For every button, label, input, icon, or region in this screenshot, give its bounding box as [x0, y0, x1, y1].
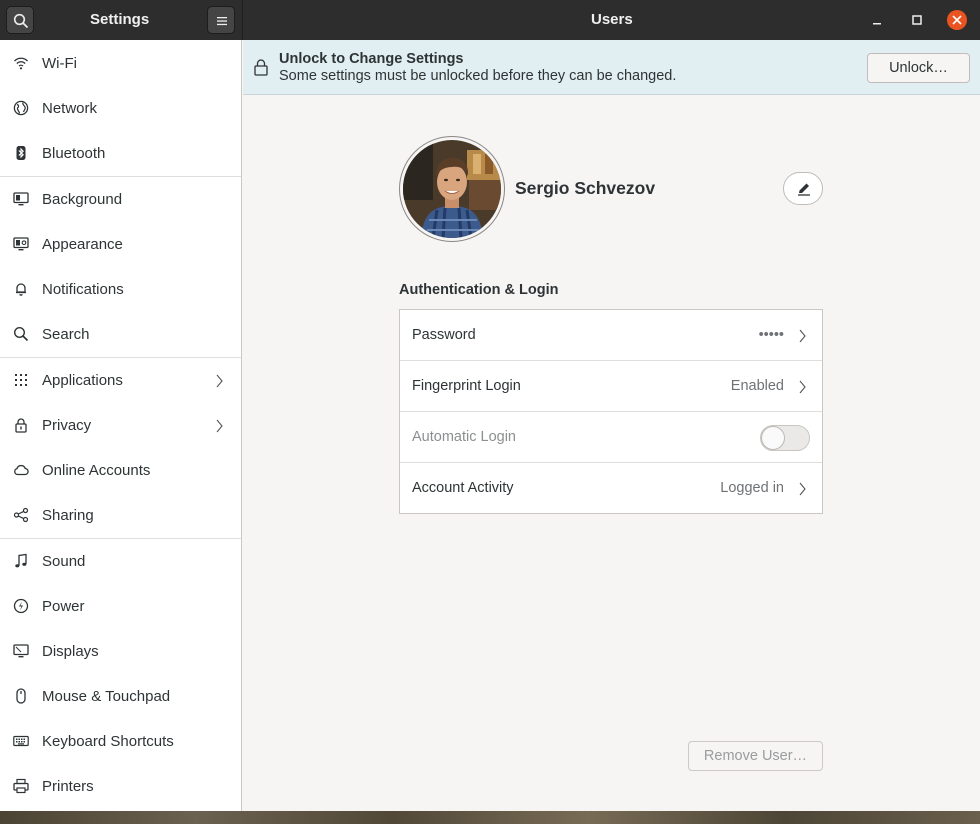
sidebar: Wi-Fi Network Bluetooth Background Appea… [0, 40, 242, 811]
sidebar-item-label: Mouse & Touchpad [42, 688, 171, 705]
header-bar: Settings Users [0, 0, 980, 40]
sidebar-item-keyboard-shortcuts[interactable]: Keyboard Shortcuts [0, 719, 241, 764]
row-value: Enabled [730, 378, 784, 394]
user-name: Sergio Schvezov [515, 178, 656, 198]
power-icon [13, 598, 29, 614]
settings-window: Settings Users Wi-Fi Network Bluetooth B… [0, 0, 980, 811]
sidebar-item-label: Notifications [42, 281, 124, 298]
sidebar-item-label: Appearance [42, 236, 123, 253]
sidebar-item-background[interactable]: Background [0, 177, 241, 222]
sidebar-title: Settings [90, 11, 150, 28]
infobar-title: Unlock to Change Settings [279, 51, 464, 67]
close-button[interactable] [947, 10, 967, 30]
monitor-icon [13, 192, 29, 206]
sidebar-item-sharing[interactable]: Sharing [0, 493, 241, 538]
display-icon [13, 644, 29, 658]
unlock-button[interactable]: Unlock… [867, 53, 970, 83]
avatar-photo [403, 140, 501, 238]
search-icon [13, 326, 29, 342]
sidebar-item-label: Power [42, 598, 85, 615]
sidebar-item-label: Wi-Fi [42, 55, 77, 72]
remove-user-button[interactable]: Remove User… [688, 741, 823, 771]
sidebar-item-printers[interactable]: Printers [0, 764, 241, 809]
sidebar-item-label: Online Accounts [42, 462, 151, 479]
hamburger-menu-icon [217, 17, 227, 26]
chevron-right-icon [799, 329, 806, 343]
fingerprint-login-row[interactable]: Fingerprint Login Enabled [400, 361, 822, 412]
sidebar-item-applications[interactable]: Applications [0, 358, 241, 403]
minimize-icon[interactable] [867, 10, 887, 30]
automatic-login-toggle[interactable] [760, 425, 810, 451]
edit-name-button[interactable] [783, 172, 823, 205]
appearance-icon [13, 237, 29, 251]
unlock-infobar: Unlock to Change Settings Some settings … [243, 40, 980, 95]
sidebar-item-label: Network [42, 100, 98, 117]
mouse-icon [16, 688, 26, 704]
chevron-right-icon [216, 419, 223, 433]
close-icon [952, 15, 962, 25]
sidebar-item-label: Privacy [42, 417, 92, 434]
account-activity-row[interactable]: Account Activity Logged in [400, 463, 822, 514]
sidebar-item-online-accounts[interactable]: Online Accounts [0, 448, 241, 493]
lock-icon [15, 418, 27, 433]
sidebar-item-label: Keyboard Shortcuts [42, 733, 174, 750]
sidebar-item-label: Sharing [42, 507, 94, 524]
keyboard-icon [13, 735, 29, 747]
menu-button[interactable] [207, 6, 235, 34]
sidebar-item-label: Bluetooth [42, 145, 106, 162]
row-label: Automatic Login [412, 429, 516, 445]
password-row[interactable]: Password ••••• [400, 310, 822, 361]
bluetooth-icon [16, 146, 26, 160]
sidebar-item-label: Displays [42, 643, 99, 660]
sidebar-item-label: Background [42, 191, 123, 208]
row-label: Account Activity [412, 480, 514, 496]
pencil-icon [798, 183, 810, 196]
user-avatar[interactable] [399, 136, 505, 242]
infobar-subtitle: Some settings must be unlocked before th… [279, 68, 677, 84]
music-note-icon [15, 553, 27, 568]
sidebar-item-sound[interactable]: Sound [0, 539, 241, 584]
grid-icon [15, 374, 27, 386]
sidebar-item-label: Sound [42, 553, 86, 570]
row-value: Logged in [720, 480, 784, 496]
auth-section-title: Authentication & Login [399, 282, 559, 298]
window-title: Users [591, 11, 633, 28]
row-value: ••••• [758, 327, 784, 343]
sidebar-item-network[interactable]: Network [0, 86, 241, 131]
chevron-right-icon [799, 380, 806, 394]
globe-icon [13, 100, 29, 116]
sidebar-item-appearance[interactable]: Appearance [0, 222, 241, 267]
sidebar-item-wifi[interactable]: Wi-Fi [0, 41, 241, 86]
sidebar-item-search[interactable]: Search [0, 312, 241, 357]
sidebar-item-privacy[interactable]: Privacy [0, 403, 241, 448]
share-icon [13, 507, 29, 523]
header-divider [242, 0, 243, 40]
chevron-right-icon [799, 482, 806, 496]
auth-list: Password ••••• Fingerprint Login Enabled… [399, 309, 823, 514]
toggle-knob [761, 426, 785, 450]
sidebar-item-notifications[interactable]: Notifications [0, 267, 241, 312]
sidebar-item-label: Printers [42, 778, 94, 795]
desktop-background [0, 811, 980, 824]
sidebar-item-displays[interactable]: Displays [0, 629, 241, 674]
chevron-right-icon [216, 374, 223, 388]
sidebar-item-bluetooth[interactable]: Bluetooth [0, 131, 241, 176]
cloud-icon [14, 464, 29, 476]
automatic-login-row: Automatic Login [400, 412, 822, 463]
sidebar-item-mouse-touchpad[interactable]: Mouse & Touchpad [0, 674, 241, 719]
bell-icon [16, 283, 26, 296]
search-button[interactable] [6, 6, 34, 34]
lock-icon [254, 59, 268, 76]
row-label: Fingerprint Login [412, 378, 521, 394]
sidebar-item-label: Search [42, 326, 90, 343]
printer-icon [13, 778, 29, 794]
wifi-icon [14, 57, 28, 70]
row-label: Password [412, 327, 476, 343]
sidebar-item-label: Applications [42, 372, 123, 389]
search-icon [13, 13, 29, 29]
sidebar-item-power[interactable]: Power [0, 584, 241, 629]
maximize-icon[interactable] [907, 10, 927, 30]
